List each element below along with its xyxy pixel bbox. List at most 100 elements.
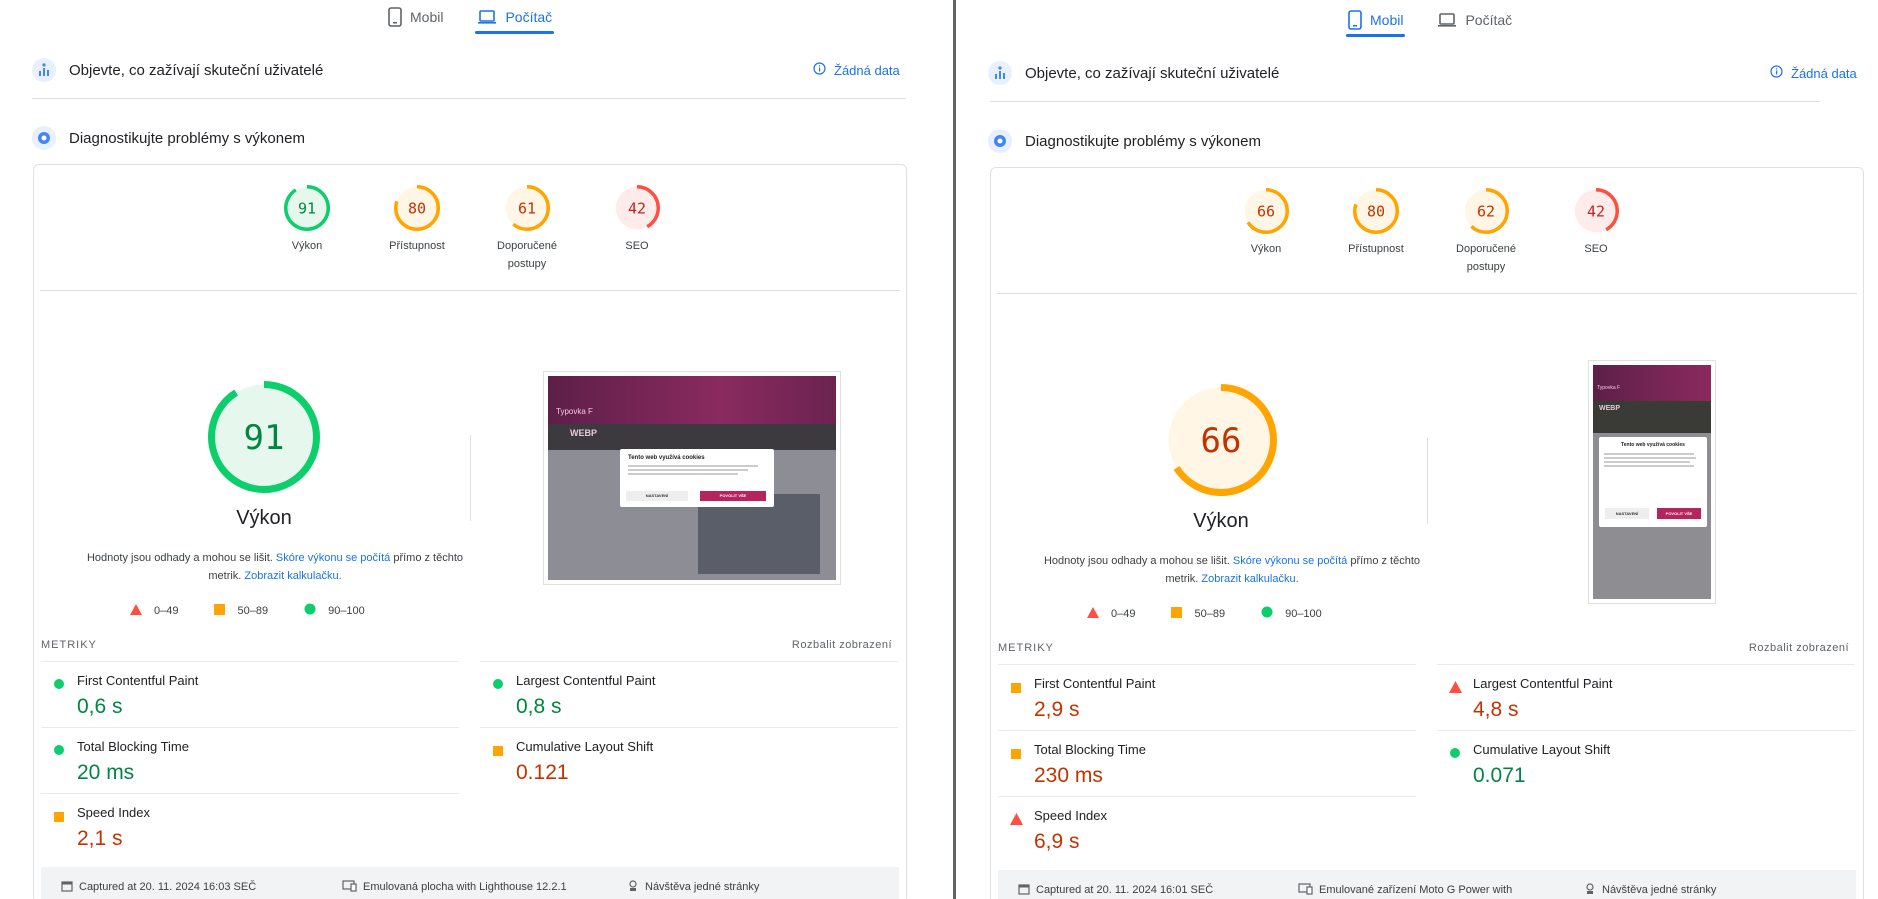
metric-value: 0.071: [1473, 764, 1526, 787]
expand-view-toggle[interactable]: Rozbalit zobrazení: [1749, 642, 1849, 654]
gauge-score: 80: [408, 199, 426, 217]
circle-icon: [304, 603, 316, 618]
cookie-dialog: Tento web využívá cookies NASTAVENÍ POVO…: [1599, 437, 1707, 527]
gauge-accessibility[interactable]: 80 Přístupnost: [362, 185, 472, 273]
calculator-link[interactable]: Zobrazit kalkulačku.: [244, 570, 341, 582]
legend-range: 50–89: [237, 604, 269, 617]
gauge-best-practices-ring: 61: [504, 185, 550, 231]
tab-desktop-label: Počítač: [505, 9, 553, 25]
lab-data-header: Diagnostikujte problémy s výkonem: [32, 124, 305, 152]
square-icon: [1171, 606, 1183, 621]
gauge-label: Doporučené postupy: [1456, 243, 1516, 273]
footer-visit: Návštěva jedné stránky: [1584, 882, 1716, 898]
captured-text: Captured at 20. 11. 2024 16:03 SEČ: [79, 881, 257, 893]
rating-icon: [1010, 680, 1021, 698]
score-calc-link[interactable]: Skóre výkonu se počítá: [1233, 555, 1347, 567]
metric-name: Cumulative Layout Shift: [1473, 742, 1611, 757]
gauge-seo[interactable]: 42 SEO: [1541, 188, 1651, 276]
laptop-icon: [1437, 12, 1457, 28]
cookie-settings-btn: NASTAVENÍ: [626, 491, 688, 501]
gauge-label: SEO: [625, 240, 649, 252]
gauge-best-practices[interactable]: 61 Doporučené postupy: [472, 185, 582, 273]
performance-score: 66 Výkon: [1091, 384, 1351, 533]
vertical-divider: [1427, 438, 1428, 524]
gauge-score: 42: [1587, 202, 1605, 220]
tab-desktop[interactable]: Počítač: [1435, 3, 1514, 37]
field-data-header: Objevte, co zažívají skuteční uživatelé: [32, 56, 323, 84]
page-screenshot[interactable]: Typovka F WEBP Tento web využívá cookies…: [543, 371, 841, 585]
no-data-label: Žádná data: [834, 62, 900, 78]
field-data-title: Objevte, co zažívají skuteční uživatelé: [1025, 64, 1280, 82]
metric-fcp: First Contentful Paint 2,9 s: [998, 664, 1416, 730]
pane-desktop-report: Mobil Počítač Objevte, co zažívají skute…: [0, 0, 954, 899]
triangle-icon: [1087, 606, 1099, 621]
score-calc-link[interactable]: Skóre výkonu se počítá: [276, 552, 390, 564]
gauge-score: 66: [1257, 202, 1275, 220]
screenshot-canvas: Typovka F WEBP Tento web využívá cookies…: [548, 376, 836, 580]
footer-captured: Captured at 20. 11. 2024 16:03 SEČ: [61, 880, 256, 895]
performance-score-ring: 66: [1165, 384, 1277, 496]
gauge-label: Výkon: [291, 240, 323, 252]
metric-name: Total Blocking Time: [77, 739, 189, 754]
gauge-label: Výkon: [1250, 243, 1282, 255]
lab-data-header: Diagnostikujte problémy s výkonem: [988, 127, 1261, 155]
expand-view-toggle[interactable]: Rozbalit zobrazení: [792, 639, 892, 651]
cookie-title: Tento web využívá cookies: [628, 455, 705, 461]
cookie-allow-btn: POVOLIT VŠE: [1657, 508, 1701, 519]
gauge-label: Přístupnost: [389, 240, 445, 252]
page-screenshot[interactable]: Typovka F WEBP Tento web využívá cookies…: [1588, 360, 1716, 604]
desc-text: Hodnoty jsou odhady a mohou se lišit.: [1043, 555, 1233, 567]
device-text: Emulované zařízení Moto G Power with: [1319, 884, 1513, 896]
gauge-best-practices[interactable]: 62 Doporučené postupy: [1431, 188, 1541, 276]
metric-lcp: Largest Contentful Paint 0,8 s: [480, 661, 898, 727]
visit-icon: [627, 879, 639, 895]
metric-lcp: Largest Contentful Paint 4,8 s: [1437, 664, 1855, 730]
info-icon: [813, 62, 826, 78]
metric-name: Largest Contentful Paint: [516, 673, 656, 688]
cookie-allow-btn: POVOLIT VŠE: [700, 491, 766, 501]
gauge-performance[interactable]: 66 Výkon: [1211, 188, 1321, 276]
gauge-seo[interactable]: 42 SEO: [582, 185, 692, 273]
metrics-heading: METRIKY: [998, 642, 1054, 654]
calculator-link[interactable]: Zobrazit kalkulačku.: [1201, 573, 1298, 585]
rating-icon: [53, 743, 65, 761]
footer-device: Emulovaná plocha with Lighthouse 12.2.1: [342, 879, 567, 895]
phone-icon: [388, 7, 402, 27]
screenshot-header: [548, 376, 836, 424]
footer-captured: Captured at 20. 11. 2024 16:01 SEČ: [1018, 883, 1213, 898]
cookie-dialog: Tento web využívá cookies NASTAVENÍ POVO…: [620, 449, 774, 507]
rating-icon: [1010, 746, 1021, 764]
score-description: Hodnoty jsou odhady a mohou se lišit. Sk…: [70, 549, 480, 585]
tab-mobile[interactable]: Mobil: [1346, 3, 1406, 37]
gauge-accessibility-ring: 80: [394, 185, 440, 231]
gauge-score: 66: [1201, 421, 1242, 461]
category-gauges: 66 Výkon 80 Přístupnost 62 Doporučené postu…: [1211, 188, 1651, 276]
legend-range: 90–100: [1285, 607, 1322, 620]
performance-label: Výkon: [1193, 510, 1249, 532]
users-icon: [988, 61, 1012, 85]
tab-mobile-label: Mobil: [1370, 12, 1404, 28]
gauge-performance[interactable]: 91 Výkon: [252, 185, 362, 273]
rating-icon: [1010, 812, 1023, 830]
field-data-header: Objevte, co zažívají skuteční uživatelé: [988, 59, 1279, 87]
tab-mobile[interactable]: Mobil: [386, 0, 445, 34]
visit-icon: [1584, 882, 1596, 898]
no-data-link[interactable]: Žádná data: [813, 62, 900, 78]
rating-icon: [492, 743, 503, 761]
gauge-accessibility[interactable]: 80 Přístupnost: [1321, 188, 1431, 276]
square-icon: [214, 603, 226, 618]
diagnostics-icon: [32, 126, 56, 150]
category-gauges: 91 Výkon 80 Přístupnost 61 Doporučené postu…: [252, 185, 692, 273]
lab-data-title: Diagnostikujte problémy s výkonem: [1025, 132, 1261, 150]
no-data-link[interactable]: Žádná data: [1770, 65, 1857, 81]
gauges-divider: [40, 290, 900, 291]
performance-label: Výkon: [236, 507, 292, 529]
tab-desktop[interactable]: Počítač: [475, 0, 554, 34]
legend-good: 90–100: [304, 603, 365, 618]
screenshot-heading: WEBP: [1599, 405, 1620, 412]
footer-visit: Návštěva jedné stránky: [627, 879, 759, 895]
users-icon: [32, 58, 56, 82]
rating-icon: [53, 677, 65, 695]
screenshot-canvas: Typovka F WEBP Tento web využívá cookies…: [1593, 365, 1711, 599]
metric-tbt: Total Blocking Time 20 ms: [41, 727, 459, 793]
